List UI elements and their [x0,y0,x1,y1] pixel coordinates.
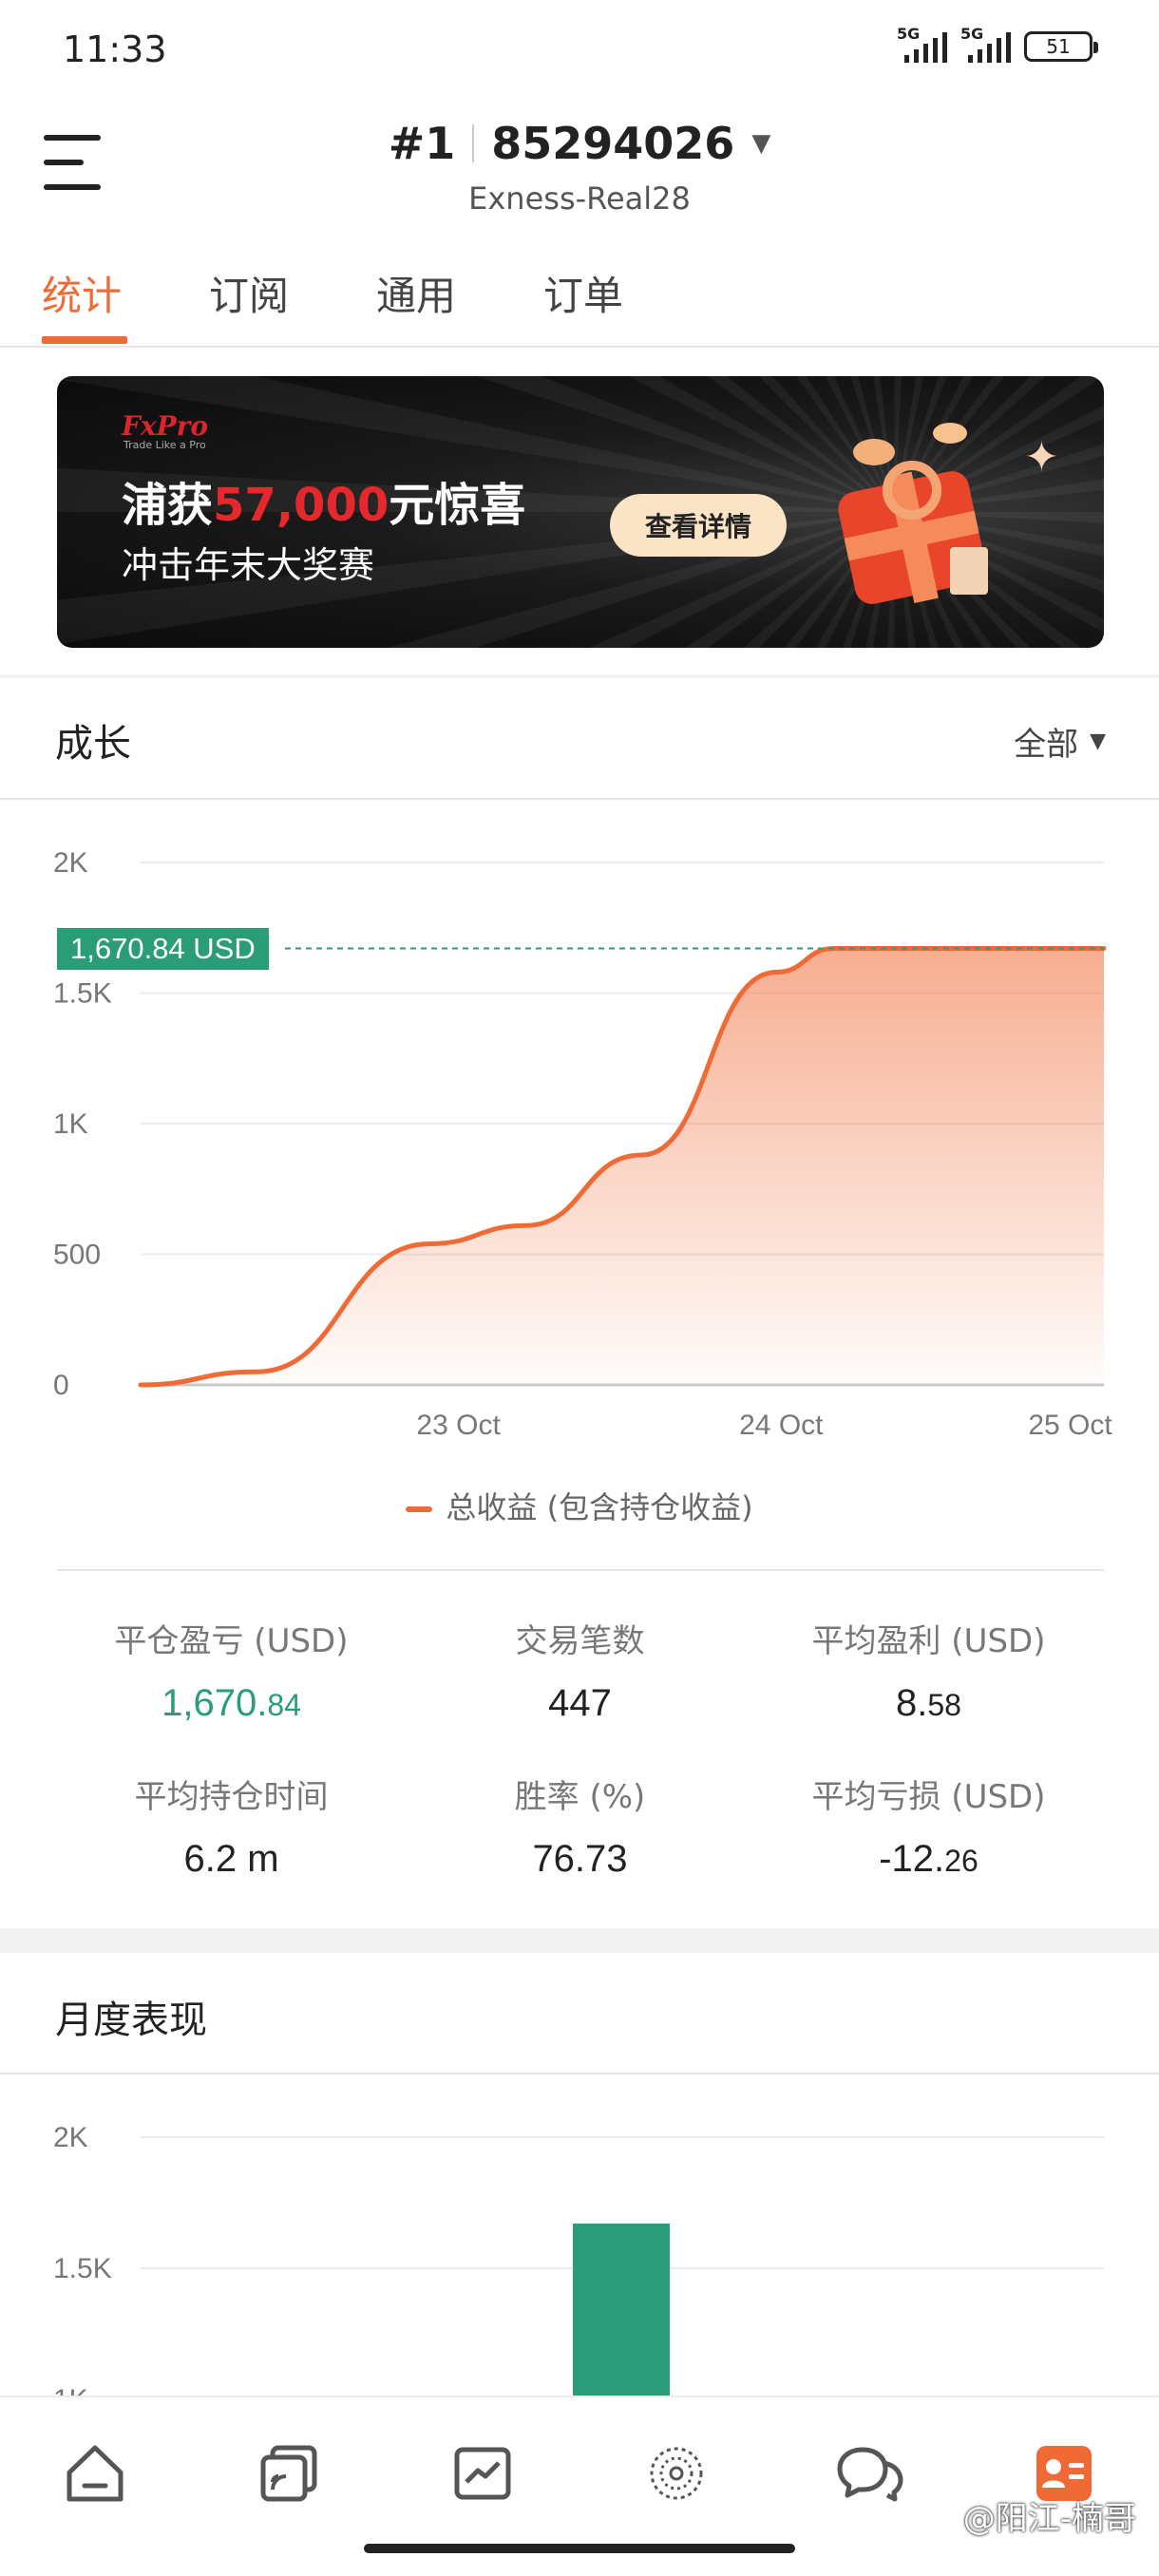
stat-value: 76.73 [532,1838,628,1880]
x-tick-label: 23 Oct [416,1410,501,1441]
brand-tagline: Trade Like a Pro [124,439,206,451]
stats-grid: 平仓盈亏 (USD) 1,670.84 交易笔数 447 平均盈利 (USD) … [57,1569,1104,1880]
range-selector[interactable]: 全部 ▼ [1014,718,1106,765]
account-server: Exness-Real28 [468,180,691,217]
stat-average-profit: 平均盈利 (USD) 8.58 [754,1615,1103,1725]
current-value-tag: 1,670.84 USD [57,928,269,970]
headline-prefix: 浦获 [122,479,214,532]
promo-banner[interactable]: FxPro Trade Like a Pro 浦获57,000元惊喜 冲击年末大… [57,376,1104,648]
divider [472,124,475,162]
battery-icon: 51 [1024,31,1098,62]
chart-legend[interactable]: 总收益 (包含持仓收益) [0,1484,1159,1527]
caret-down-icon: ▼ [1090,729,1106,753]
status-bar: 11:33 5G 5G 51 [0,0,1159,95]
bar [573,2223,670,2396]
tab-general[interactable]: 通用 [376,264,456,322]
growth-chart[interactable]: 0 500 1K 1.5K 2K 23 Oct 24 Oct 25 Oct [0,817,1159,1476]
caret-down-icon: ▼ [751,129,771,158]
x-tick-label: 24 Oct [739,1410,824,1441]
stat-value: 1,670.84 [162,1682,301,1724]
stat-label: 平仓盈亏 (USD) [114,1622,349,1660]
status-time: 11:33 [63,28,167,70]
y-tick-label: 0 [53,1370,69,1401]
monthly-chart[interactable]: 2K 1.5K 1K [0,2080,1159,2415]
y-tick-label: 500 [53,1240,101,1271]
account-number: 85294026 [491,118,735,169]
stat-value: -12.26 [879,1838,978,1880]
account-selector[interactable]: #1 85294026 ▼ [389,118,771,169]
stat-trade-count: 交易笔数 447 [406,1615,754,1725]
sparkle-icon: ✦ [1024,433,1059,482]
monthly-chart-svg: 2K 1.5K 1K [53,2122,1104,2415]
banner-subline: 冲击年末大奖赛 [122,544,375,586]
growth-title: 成长 [55,722,131,766]
network-type-label: 5G [897,25,921,43]
x-tick-label: 25 Oct [1028,1410,1112,1441]
legend-swatch [406,1506,433,1512]
active-tab-indicator [42,336,127,344]
view-details-button[interactable]: 查看详情 [610,494,787,557]
headline-suffix: 元惊喜 [389,479,526,532]
divider [0,2073,1159,2074]
y-tick-label: 2K [53,847,88,879]
y-tick-label: 1K [53,2384,88,2396]
stat-closed-pnl: 平仓盈亏 (USD) 1,670.84 [57,1615,406,1725]
watermark: @阳江-楠哥 [962,2500,1136,2538]
chat-icon[interactable] [832,2435,908,2511]
y-tick-label: 2K [53,2122,88,2153]
range-label: 全部 [1014,726,1079,764]
copy-signals-icon[interactable] [251,2435,327,2511]
y-tick-label: 1.5K [53,2253,112,2284]
stat-value: 447 [548,1682,612,1724]
growth-chart-svg: 0 500 1K 1.5K 2K 23 Oct 24 Oct 25 Oct [53,847,1112,1441]
account-index: #1 [388,118,456,169]
stat-label: 平均盈利 (USD) [811,1622,1046,1660]
home-icon[interactable] [57,2435,133,2511]
tab-orders[interactable]: 订单 [543,264,623,322]
trend-chart-icon[interactable] [445,2435,521,2511]
divider [0,798,1159,800]
banner-headline: 浦获57,000元惊喜 [122,467,525,534]
section-separator [0,1928,1159,1953]
gift-box-icon [838,423,988,604]
stat-label: 胜率 (%) [514,1778,646,1816]
stat-label: 平均持仓时间 [134,1778,329,1816]
stat-label: 交易笔数 [515,1622,645,1660]
brand-logo: FxPro [122,410,209,442]
tab-statistics[interactable]: 统计 [42,264,122,322]
y-tick-label: 1.5K [53,978,112,1010]
headline-amount: 57,000 [213,479,390,532]
battery-level: 51 [1046,35,1071,58]
legend-label: 总收益 (包含持仓收益) [446,1489,753,1525]
monthly-title: 月度表现 [55,1998,207,2042]
network-type-label: 5G [960,25,984,43]
discover-icon[interactable] [638,2435,714,2511]
status-indicators: 5G 5G 51 [897,25,1098,63]
series-area [141,948,1104,1385]
stat-average-hold-time: 平均持仓时间 6.2 m [57,1771,406,1881]
account-header: #1 85294026 ▼ Exness-Real28 [0,118,1159,217]
signal-icon: 5G [960,25,1011,63]
y-tick-label: 1K [53,1108,88,1140]
signal-icon: 5G [897,25,947,63]
stat-value: 6.2 m [183,1838,279,1880]
section-separator [0,674,1159,678]
home-indicator[interactable] [364,2544,795,2553]
stat-value: 8.58 [896,1682,961,1724]
tab-subscription[interactable]: 订阅 [209,264,289,322]
stat-win-rate: 胜率 (%) 76.73 [406,1771,754,1881]
tab-bar: 统计 订阅 通用 订单 [0,256,1159,348]
stat-label: 平均亏损 (USD) [811,1778,1046,1816]
stat-average-loss: 平均亏损 (USD) -12.26 [754,1771,1103,1881]
